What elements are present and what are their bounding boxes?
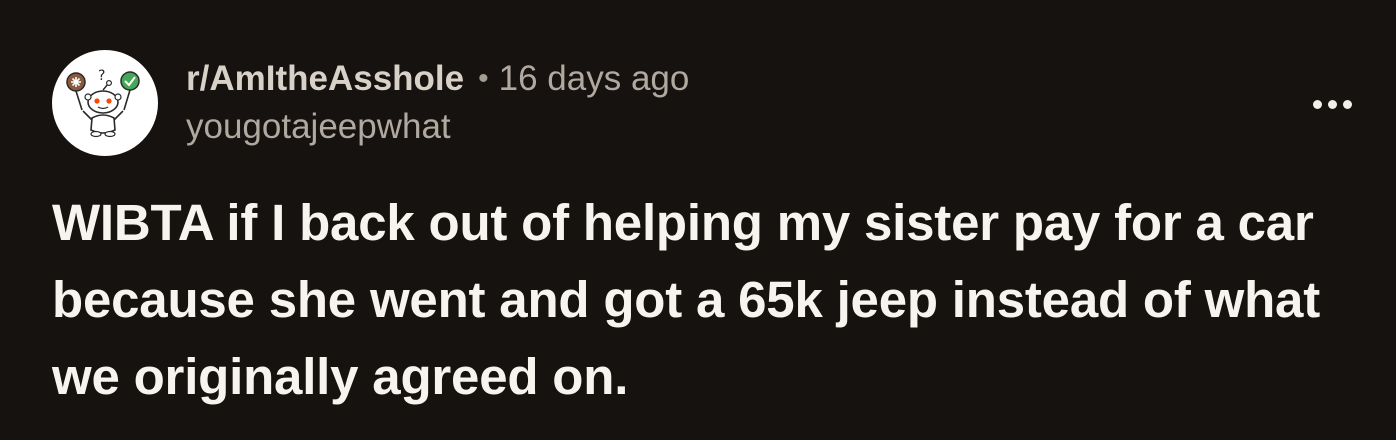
subreddit-link[interactable]: r/AmItheAsshole — [186, 58, 464, 100]
svg-text:?: ? — [98, 68, 105, 84]
more-options-icon — [1327, 99, 1337, 109]
more-options-icon — [1312, 99, 1322, 109]
author-link[interactable]: yougotajeepwhat — [186, 106, 689, 148]
meta-separator: • — [478, 62, 489, 95]
post-meta: r/AmItheAsshole • 16 days ago yougotajee… — [186, 58, 689, 148]
reddit-snoo-aita-icon: ? — [66, 68, 140, 138]
post-header: ? r/AmItheAsshole • 16 days ago yougotaj… — [52, 50, 1352, 160]
post-meta-line: r/AmItheAsshole • 16 days ago — [186, 58, 689, 100]
more-options-icon — [1342, 99, 1352, 109]
subreddit-avatar[interactable]: ? — [52, 50, 158, 156]
post-title[interactable]: WIBTA if I back out of helping my sister… — [52, 184, 1372, 415]
more-options-button[interactable] — [1304, 90, 1360, 118]
post-timestamp: 16 days ago — [498, 59, 690, 98]
